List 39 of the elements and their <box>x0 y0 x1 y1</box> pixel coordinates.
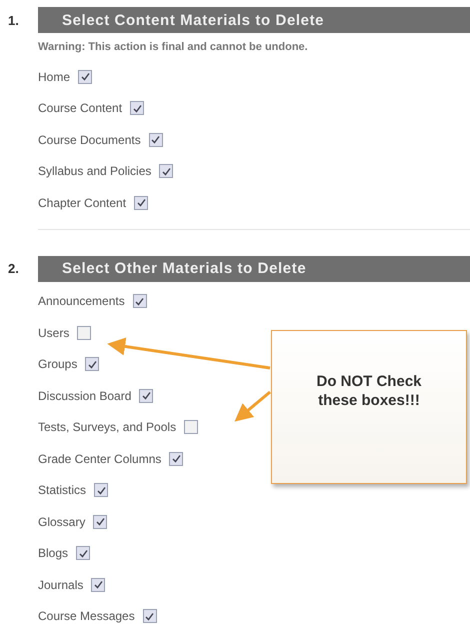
checkbox[interactable] <box>130 101 144 116</box>
checkbox-label: Statistics <box>38 483 86 498</box>
checkbox[interactable] <box>76 546 90 560</box>
checkbox[interactable] <box>132 294 147 308</box>
checkbox-label: Tests, Surveys, and Pools <box>38 420 176 434</box>
section-number: 1. <box>7 12 20 28</box>
checkbox[interactable] <box>78 70 92 84</box>
section-header: Select Content Materials to Delete <box>38 7 470 33</box>
checkbox[interactable] <box>134 196 148 210</box>
checkbox-label: Blogs <box>38 546 68 560</box>
checkbox-label: Groups <box>38 357 78 372</box>
warning-text: Warning: This action is final and cannot be undone. <box>38 40 309 55</box>
checkbox-label: Syllabus and Policies <box>38 164 152 178</box>
checkbox-label: Course Documents <box>38 132 141 147</box>
section-header: Select Other Materials to Delete <box>38 256 470 282</box>
checkbox[interactable] <box>148 132 163 147</box>
section-number: 2. <box>7 261 20 276</box>
checkbox-label: Course Messages <box>38 609 135 624</box>
checkbox[interactable] <box>77 326 92 340</box>
checkbox-label: Users <box>38 326 70 340</box>
checkbox[interactable] <box>91 578 106 592</box>
checkbox[interactable] <box>184 420 198 434</box>
arrow <box>234 390 271 422</box>
checkbox[interactable] <box>85 357 100 372</box>
checkbox[interactable] <box>142 609 157 624</box>
checkbox[interactable] <box>159 164 174 178</box>
checkbox-label: Discussion Board <box>38 388 132 403</box>
checkbox[interactable] <box>169 452 184 466</box>
checkbox[interactable] <box>139 388 154 403</box>
checkbox-label: Grade Center Columns <box>38 452 162 466</box>
checkbox-label: Glossary <box>38 514 86 529</box>
checkbox-label: Announcements <box>38 294 125 308</box>
checkbox-label: Home <box>38 70 70 84</box>
checkbox[interactable] <box>93 514 108 529</box>
checkbox-label: Chapter Content <box>38 196 126 210</box>
checkbox-label: Journals <box>38 578 84 592</box>
checkbox[interactable] <box>94 483 108 498</box>
checkbox-label: Course Content <box>38 101 122 116</box>
callout-text: Do NOT Check these boxes!!! <box>315 373 422 411</box>
